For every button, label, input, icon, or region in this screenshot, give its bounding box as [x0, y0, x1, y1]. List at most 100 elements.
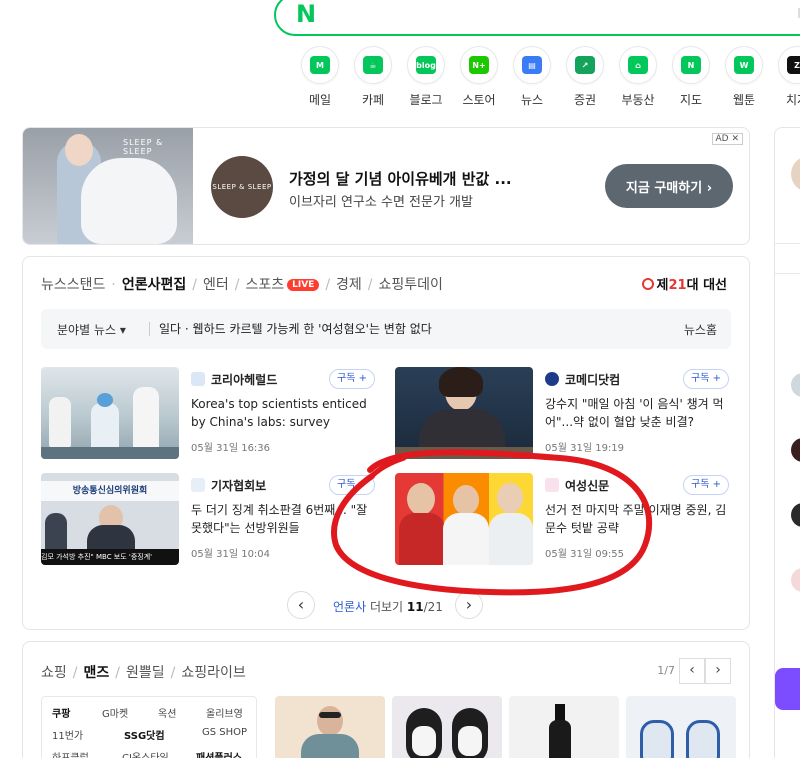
- ticker-headline[interactable]: 일다 · 웹하드 카르텔 가능케 한 '여성혐오'는 변함 없다: [159, 320, 432, 337]
- news-headline[interactable]: 강수지 "매일 아침 '이 음식' 챙겨 먹어"...약 없이 혈압 낮춘 비결…: [545, 395, 729, 431]
- news-card[interactable]: 방송통신심의위원회 김모 가석방 추진" MBC 보도 '중징계' 기자협회보 …: [41, 473, 375, 565]
- service-blog[interactable]: blog 블로그: [400, 46, 452, 108]
- pillow-image: [81, 158, 177, 244]
- service-label: 부동산: [621, 93, 655, 107]
- shopping-prev-button[interactable]: ‹: [679, 658, 705, 684]
- thumb-banner-text: 방송통신심의위원회: [41, 481, 179, 501]
- news-headline[interactable]: 선거 전 마지막 주말 이재명 중원, 김문수 텃밭 공략: [545, 501, 729, 537]
- service-realestate[interactable]: ⌂ 부동산: [612, 46, 664, 108]
- service-label: 메일: [308, 93, 332, 107]
- thumb-caption: 김모 가석방 추진" MBC 보도 '중징계': [41, 549, 179, 565]
- service-label: 카페: [361, 93, 385, 107]
- press-logo-icon: [191, 478, 205, 492]
- news-thumbnail[interactable]: 방송통신심의위원회 김모 가석방 추진" MBC 보도 '중징계': [41, 473, 179, 565]
- category-dropdown[interactable]: 분야별 뉴스 ▾: [57, 321, 126, 338]
- brand-link[interactable]: G마켓: [102, 705, 128, 720]
- product-thumbnail[interactable]: [275, 696, 385, 758]
- news-card[interactable]: 코메디닷컴 구독 + 강수지 "매일 아침 '이 음식' 챙겨 먹어"...약 …: [395, 367, 729, 459]
- naver-logo[interactable]: N: [296, 0, 316, 28]
- news-icon: ▤: [522, 56, 542, 74]
- tab-shopping[interactable]: 쇼핑: [41, 665, 67, 681]
- tab-entertainment[interactable]: 엔터: [203, 274, 229, 294]
- news-pager: ‹ 언론사 더보기 11/21 ›: [287, 591, 487, 621]
- ad-close-tag[interactable]: AD ✕: [711, 133, 743, 145]
- news-headline[interactable]: Korea's top scientists enticed by China'…: [191, 395, 375, 431]
- search-bar[interactable]: N: [274, 0, 800, 36]
- purple-banner[interactable]: [775, 668, 800, 710]
- chzzk-icon: Z: [787, 56, 800, 74]
- news-time: 05월 31일 10:04: [191, 549, 271, 560]
- product-thumbnail[interactable]: [392, 696, 502, 758]
- brand-link[interactable]: 쿠팡: [52, 705, 70, 720]
- brand-link[interactable]: 11번가: [52, 727, 83, 742]
- shopping-brand-list: 쿠팡 G마켓 옥션 올리브영 11번가 SSG닷컴 GS SHOP 하프클럽 C…: [41, 696, 257, 758]
- brand-link[interactable]: 하프클럽: [52, 749, 89, 758]
- news-headline[interactable]: 두 더기 징계 취소판결 6번째... "잘못했다"는 선방위원들: [191, 501, 375, 537]
- brand-link[interactable]: SSG닷컴: [124, 727, 165, 742]
- prev-page-button[interactable]: ‹: [287, 591, 315, 619]
- service-cafe[interactable]: ☕ 카페: [347, 46, 399, 108]
- news-home-link[interactable]: 뉴스홈: [684, 321, 717, 338]
- brand-link[interactable]: GS SHOP: [202, 727, 247, 738]
- tab-economy[interactable]: 경제: [336, 274, 362, 294]
- product-thumbnail[interactable]: [509, 696, 619, 758]
- press-name[interactable]: 코메디닷컴: [545, 371, 620, 388]
- realestate-icon: ⌂: [628, 56, 648, 74]
- news-card[interactable]: 여성신문 구독 + 선거 전 마지막 주말 이재명 중원, 김문수 텃밭 공략 …: [395, 473, 729, 565]
- press-name[interactable]: 기자협회보: [191, 477, 266, 494]
- news-thumbnail[interactable]: [41, 367, 179, 459]
- election-mark-icon: [641, 278, 654, 290]
- news-time: 05월 31일 16:36: [191, 443, 271, 454]
- next-page-button[interactable]: ›: [455, 591, 483, 619]
- news-card[interactable]: 코리아헤럴드 구독 + Korea's top scientists entic…: [41, 367, 375, 459]
- ad-product-photo[interactable]: SLEEP & SLEEP: [23, 128, 193, 244]
- brand-link[interactable]: 패션플러스: [196, 749, 242, 758]
- ad-photo-brand: SLEEP & SLEEP: [123, 138, 164, 156]
- shopping-section: 쇼핑 / 맨즈 / 원쁠딜 / 쇼핑라이브 1/7 ‹ › 쿠팡 G마켓 옥션 올리브영 1…: [22, 641, 750, 758]
- service-news[interactable]: ▤ 뉴스: [506, 46, 558, 108]
- service-map[interactable]: N 지도: [665, 46, 717, 108]
- service-label: 뉴스: [520, 93, 544, 107]
- news-thumbnail[interactable]: [395, 367, 533, 459]
- shopping-next-button[interactable]: ›: [705, 658, 731, 684]
- tab-sports[interactable]: 스포츠: [245, 274, 284, 294]
- service-store[interactable]: N+ 스토어: [453, 46, 505, 108]
- ad-banner[interactable]: SLEEP & SLEEP SLEEP & SLEEP 가정의 달 기념 아이유…: [22, 127, 750, 245]
- subscribe-button[interactable]: 구독 +: [683, 475, 729, 495]
- subscribe-button[interactable]: 구독 +: [329, 475, 375, 495]
- press-name[interactable]: 코리아헤럴드: [191, 371, 277, 388]
- service-chzzk[interactable]: Z 치지: [771, 46, 800, 108]
- brand-link[interactable]: 옥션: [158, 705, 176, 720]
- service-label: 블로그: [409, 93, 443, 107]
- service-mail[interactable]: M 메일: [294, 46, 346, 108]
- live-badge: LIVE: [287, 279, 320, 291]
- press-logo-icon: [545, 372, 559, 386]
- service-webtoon[interactable]: W 웹툰: [718, 46, 770, 108]
- service-stock[interactable]: ↗ 증권: [559, 46, 611, 108]
- election-link[interactable]: 제21대 대선: [641, 274, 727, 293]
- brand-link[interactable]: 올리브영: [206, 705, 243, 720]
- ad-brand-logo[interactable]: SLEEP & SLEEP: [211, 156, 273, 218]
- ad-title[interactable]: 가정의 달 기념 아이유베개 반값 ...: [289, 168, 512, 189]
- brand-link[interactable]: CJ온스타일: [122, 749, 169, 758]
- stock-icon: ↗: [575, 56, 595, 74]
- tab-one-plus-deal[interactable]: 원쁠딜: [126, 665, 165, 681]
- ad-subtitle: 이브자리 연구소 수면 전문가 개발: [289, 195, 473, 210]
- avatar[interactable]: [791, 156, 800, 192]
- press-name[interactable]: 여성신문: [545, 477, 609, 494]
- tab-mens[interactable]: 맨즈: [83, 665, 109, 681]
- press-logo-icon: [191, 372, 205, 386]
- ad-buy-button[interactable]: 지금 구매하기 ›: [605, 164, 733, 208]
- service-label: 스토어: [462, 93, 496, 107]
- subscribe-button[interactable]: 구독 +: [683, 369, 729, 389]
- tab-shopping-live[interactable]: 쇼핑라이브: [181, 665, 245, 681]
- pager-text[interactable]: 언론사 더보기 11/21: [333, 598, 443, 615]
- subscribe-button[interactable]: 구독 +: [329, 369, 375, 389]
- service-shortcuts: M 메일 ☕ 카페 blog 블로그 N+ 스토어 ▤ 뉴스 ↗ 증권 ⌂ 부동…: [294, 46, 800, 108]
- service-label: 지도: [679, 93, 703, 107]
- product-thumbnail[interactable]: [626, 696, 736, 758]
- tab-press-edit[interactable]: 언론사편집: [122, 274, 186, 294]
- tab-shopping-today[interactable]: 쇼핑투데이: [379, 274, 443, 294]
- tab-newsstand[interactable]: 뉴스스탠드: [41, 274, 105, 294]
- news-thumbnail[interactable]: [395, 473, 533, 565]
